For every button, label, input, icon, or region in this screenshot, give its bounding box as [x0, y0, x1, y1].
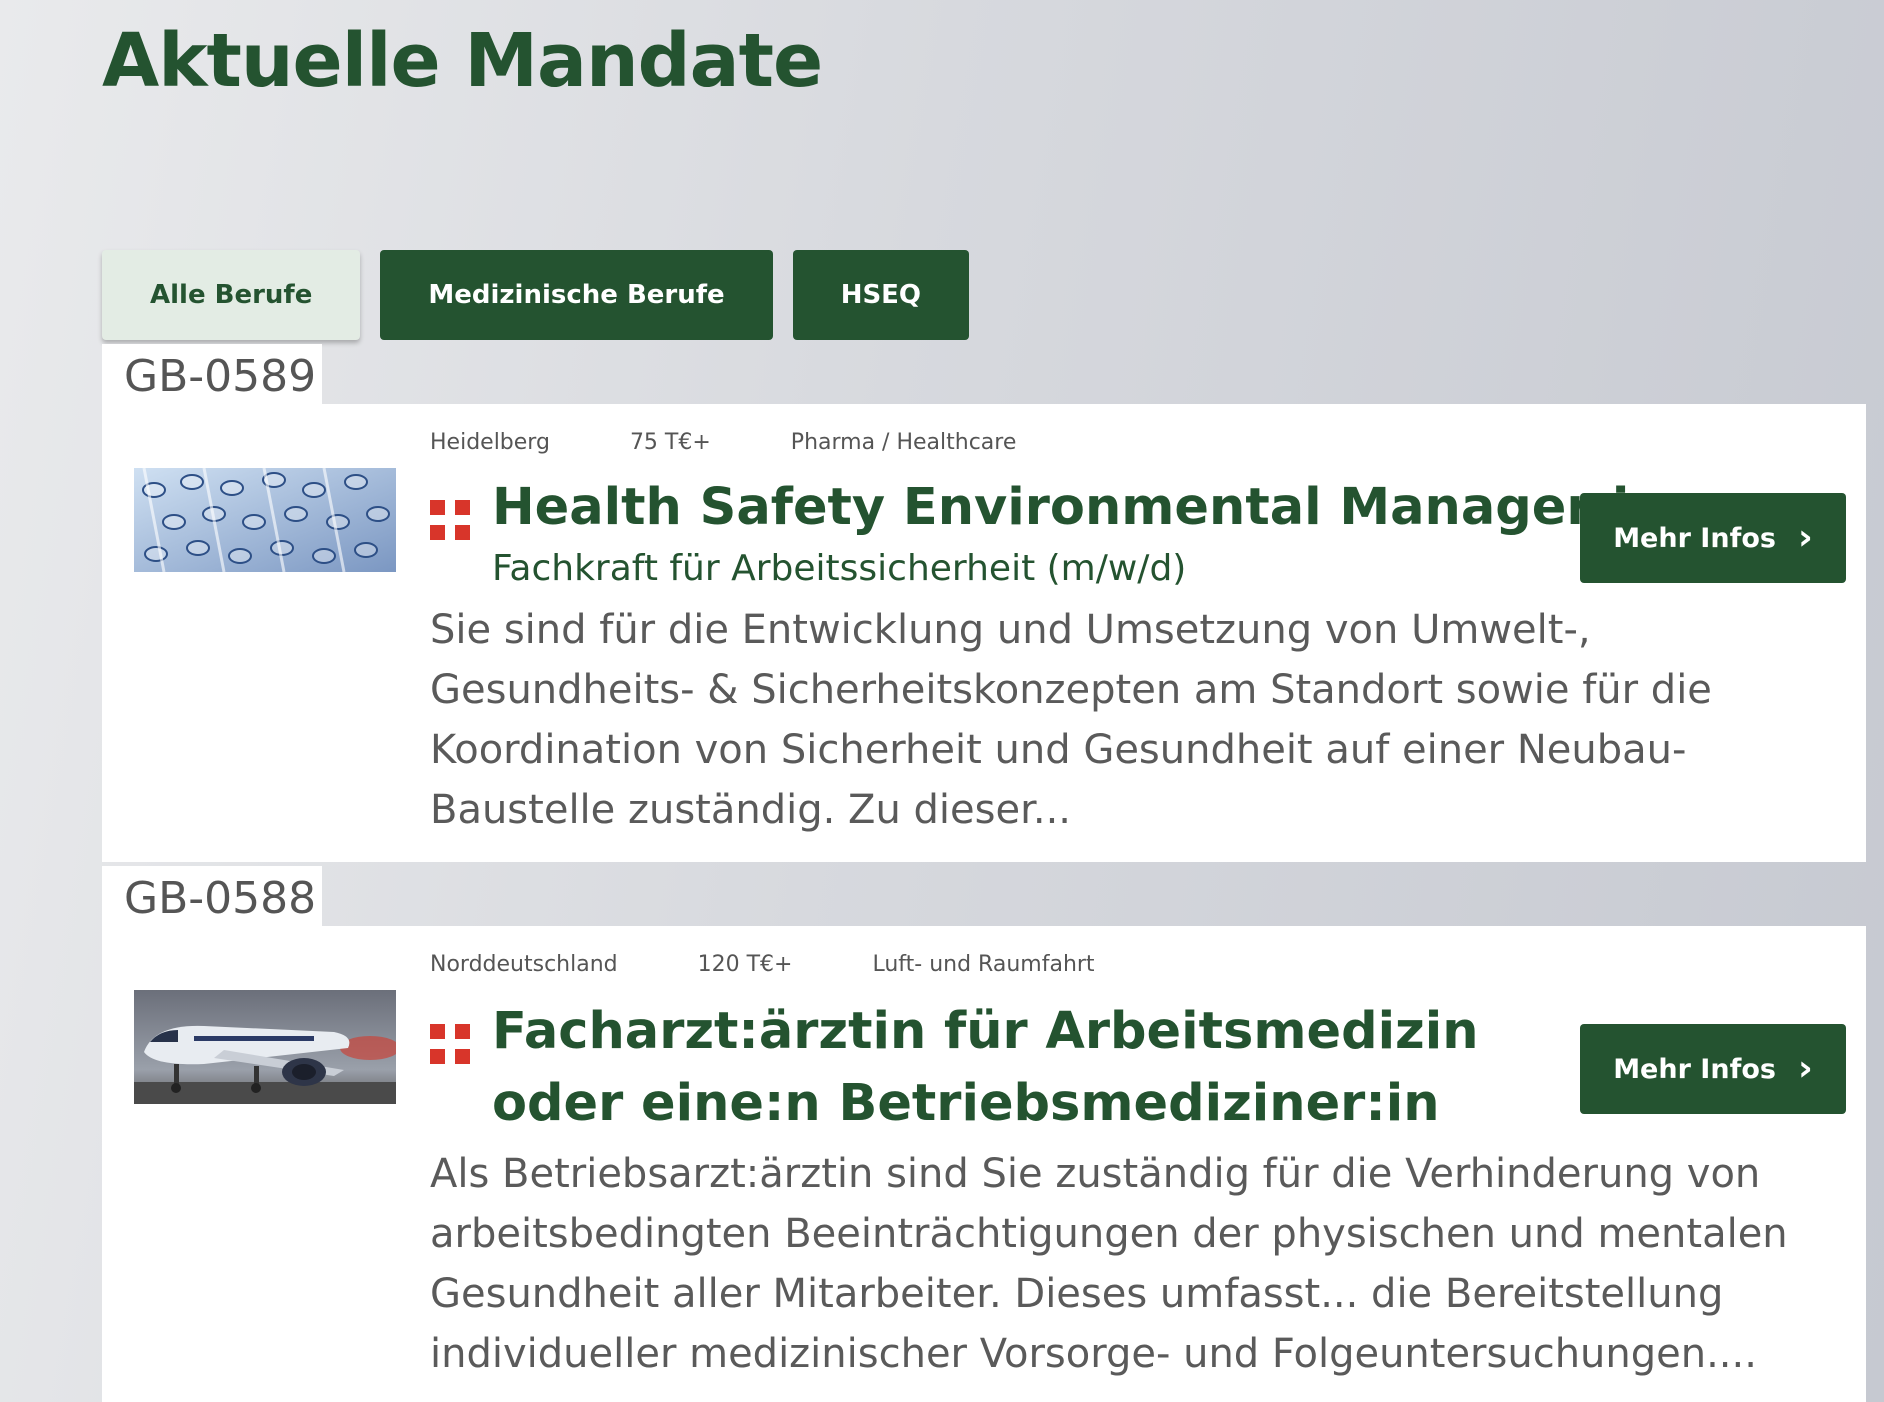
mehr-infos-button[interactable]: Mehr Infos › [1580, 1024, 1846, 1114]
job-meta: Norddeutschland 120 T€+ Luft- und Raumfa… [430, 952, 1175, 977]
airplane-image [134, 990, 396, 1104]
job-salary: 75 T€+ [629, 430, 711, 455]
page-title: Aktuelle Mandate [102, 18, 823, 104]
test-tubes-image [134, 468, 396, 572]
chevron-right-icon: › [1797, 1048, 1813, 1089]
filter-bar: Alle Berufe Medizinische Berufe HSEQ [102, 250, 970, 340]
filter-hseq[interactable]: HSEQ [792, 250, 970, 340]
job-title[interactable]: Facharzt:ärztin für Arbeitsmedizin oder … [492, 996, 1562, 1140]
job-id: GB-0589 [102, 344, 322, 406]
job-description: Sie sind für die Entwicklung und Umsetzu… [430, 607, 1712, 833]
job-industry: Luft- und Raumfahrt [872, 952, 1095, 977]
mehr-infos-label: Mehr Infos [1613, 1053, 1776, 1085]
job-subtitle: Fachkraft für Arbeitssicherheit (m/w/d) [492, 548, 1187, 589]
job-id: GB-0588 [102, 866, 322, 928]
job-description: Als Betriebsarzt:ärztin sind Sie zuständ… [430, 1151, 1788, 1377]
job-card: Norddeutschland 120 T€+ Luft- und Raumfa… [102, 926, 1866, 1402]
mehr-infos-button[interactable]: Mehr Infos › [1580, 493, 1846, 583]
filter-medizinische-berufe[interactable]: Medizinische Berufe [380, 250, 773, 340]
mehr-infos-label: Mehr Infos [1613, 522, 1776, 554]
job-meta: Heidelberg 75 T€+ Pharma / Healthcare [430, 430, 1096, 455]
job-title[interactable]: Health Safety Environmental Manager:in [492, 472, 1666, 544]
job-card: Heidelberg 75 T€+ Pharma / Healthcare He… [102, 404, 1866, 862]
job-salary: 120 T€+ [697, 952, 793, 977]
chevron-right-icon: › [1797, 517, 1813, 558]
swiss-flag-icon [430, 1024, 470, 1064]
job-industry: Pharma / Healthcare [790, 430, 1017, 455]
job-location: Heidelberg [430, 430, 550, 455]
job-location: Norddeutschland [430, 952, 618, 977]
filter-alle-berufe[interactable]: Alle Berufe [102, 250, 361, 340]
swiss-flag-icon [430, 500, 470, 540]
